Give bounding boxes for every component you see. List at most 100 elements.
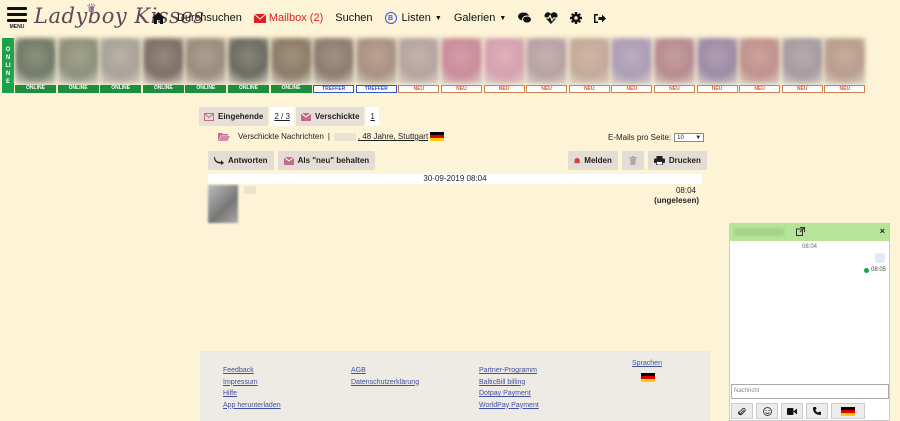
member-photo-blurred: [355, 38, 397, 84]
tab-inbox[interactable]: Eingehende: [199, 107, 269, 126]
member-thumbnail[interactable]: NEU: [568, 38, 610, 93]
keep-new-label: Als "neu" behalten: [297, 156, 370, 165]
main-nav: Durchsuchen Mailbox (2) Suchen B Listen …: [152, 12, 618, 24]
video-camera-icon: [787, 407, 797, 415]
member-thumbnail[interactable]: NEU: [611, 38, 653, 93]
home-link[interactable]: [152, 12, 165, 24]
footer-link[interactable]: Dotpay Payment: [479, 389, 539, 398]
member-photo-blurred: [440, 38, 482, 84]
footer-column-3: Partner-Programm BalticBill billing Dotpay…: [479, 366, 539, 412]
tab-sent[interactable]: Verschickte: [295, 107, 365, 126]
browse-link[interactable]: Durchsuchen: [177, 12, 242, 24]
chat-close-button[interactable]: ×: [880, 226, 885, 236]
languages-link[interactable]: Sprachen: [632, 359, 662, 368]
member-photo-blurred: [611, 38, 653, 84]
member-thumbnail[interactable]: ONLINE: [100, 38, 142, 93]
reply-button[interactable]: Antworten: [208, 151, 274, 170]
settings-link[interactable]: [570, 12, 583, 24]
footer-link[interactable]: Feedback: [223, 366, 281, 375]
per-page-select[interactable]: 10 ▼: [674, 133, 705, 142]
printer-icon: [653, 156, 665, 165]
menu-button[interactable]: MENU: [6, 7, 28, 35]
member-thumbnail[interactable]: ONLINE: [142, 38, 184, 93]
member-thumbnail[interactable]: NEU: [653, 38, 695, 93]
member-thumbnail[interactable]: NEU: [483, 38, 525, 93]
mailbox-link[interactable]: Mailbox (2): [253, 12, 323, 24]
member-thumbnail[interactable]: NEU: [739, 38, 781, 93]
member-photo-blurred: [142, 38, 184, 84]
lists-dropdown[interactable]: B Listen ▼: [384, 12, 442, 24]
member-thumbnail[interactable]: ONLINE: [57, 38, 99, 93]
member-photo-blurred: [696, 38, 738, 84]
emoji-button[interactable]: [756, 403, 778, 419]
member-thumbnail[interactable]: ONLINE: [185, 38, 227, 93]
member-thumbnail[interactable]: NEU: [696, 38, 738, 93]
chevron-down-icon: ▼: [499, 14, 507, 22]
tab-sent-count[interactable]: 1: [366, 107, 379, 126]
chat-message-input[interactable]: Nachricht: [731, 384, 889, 399]
member-status-tag: NEU: [611, 85, 653, 93]
profile-link[interactable]: , 48 Jahre, Stuttgart: [358, 132, 428, 141]
germany-flag-icon[interactable]: [640, 372, 655, 382]
footer-link[interactable]: AGB: [351, 366, 419, 375]
member-photo-blurred: [824, 38, 866, 84]
delete-button[interactable]: [621, 151, 644, 170]
chat-link[interactable]: [518, 12, 533, 24]
footer-link[interactable]: Impressum: [223, 378, 281, 387]
warning-icon: ☗: [574, 157, 581, 165]
member-status-tag: NEU: [739, 85, 781, 93]
message-row[interactable]: 08:04 (ungelesen): [208, 184, 702, 224]
envelope-icon: [253, 13, 266, 23]
member-status-tag: NEU: [483, 85, 525, 93]
translate-language-button[interactable]: [831, 403, 865, 419]
footer: Feedback Impressum Hilfe App herunterladen …: [200, 351, 710, 421]
member-status-tag: ONLINE: [270, 85, 312, 93]
gear-icon: [570, 12, 583, 24]
sender-name-blurred: [244, 186, 256, 194]
matches-link[interactable]: [544, 12, 558, 24]
message-actions-left: Antworten Als "neu" behalten: [208, 151, 379, 170]
phone-icon: [813, 407, 821, 415]
member-status-tag: ONLINE: [227, 85, 269, 93]
menu-label: MENU: [9, 24, 25, 30]
top-navigation: MENU Ladyboy Kisses ♛ Durchsuchen Mailbo…: [0, 0, 900, 38]
member-thumbnail[interactable]: NEU: [398, 38, 440, 93]
member-photo-blurred: [227, 38, 269, 84]
member-thumbnail[interactable]: TREFFER: [313, 38, 355, 93]
member-thumbnail[interactable]: ONLINE: [227, 38, 269, 93]
member-thumbnail[interactable]: NEU: [526, 38, 568, 93]
chevron-down-icon: ▼: [695, 134, 702, 141]
member-thumbnail[interactable]: NEU: [824, 38, 866, 93]
member-thumbnail[interactable]: TREFFER: [355, 38, 397, 93]
attach-button[interactable]: [731, 403, 753, 419]
keep-new-button[interactable]: Als "neu" behalten: [277, 151, 376, 170]
envelope-icon: [283, 156, 294, 165]
lists-label: Listen: [401, 12, 431, 24]
voice-call-button[interactable]: [806, 403, 828, 419]
member-photo-blurred: [653, 38, 695, 84]
logout-link[interactable]: [594, 13, 607, 24]
footer-link[interactable]: App herunterladen: [223, 401, 281, 410]
report-button[interactable]: ☗ Melden: [568, 151, 618, 170]
galleries-dropdown[interactable]: Galerien ▼: [454, 12, 507, 24]
chat-header[interactable]: ×: [730, 224, 889, 241]
tab-inbox-count[interactable]: 2 / 3: [270, 107, 294, 126]
external-link-icon[interactable]: [796, 227, 805, 236]
footer-link[interactable]: Partner-Programm: [479, 366, 539, 375]
member-thumbnail[interactable]: NEU: [781, 38, 823, 93]
footer-link[interactable]: BalticBill billing: [479, 378, 539, 387]
report-label: Melden: [584, 156, 612, 165]
footer-link[interactable]: Hilfe: [223, 389, 281, 398]
member-thumbnail[interactable]: ONLINE: [270, 38, 312, 93]
lists-badge-icon: B: [384, 12, 397, 24]
member-thumbnail[interactable]: NEU: [440, 38, 482, 93]
search-link[interactable]: Suchen: [335, 12, 372, 24]
footer-link[interactable]: Datenschutzerklärung: [351, 378, 419, 387]
footer-link[interactable]: WorldPay Payment: [479, 401, 539, 410]
print-button[interactable]: Drucken: [647, 151, 707, 170]
breadcrumb: Verschickte Nachrichten | , 48 Jahre, St…: [218, 132, 445, 141]
member-thumbnail[interactable]: ONLINE: [15, 38, 56, 93]
avatar[interactable]: [208, 185, 238, 223]
video-call-button[interactable]: [781, 403, 803, 419]
smiley-icon: [762, 406, 772, 416]
